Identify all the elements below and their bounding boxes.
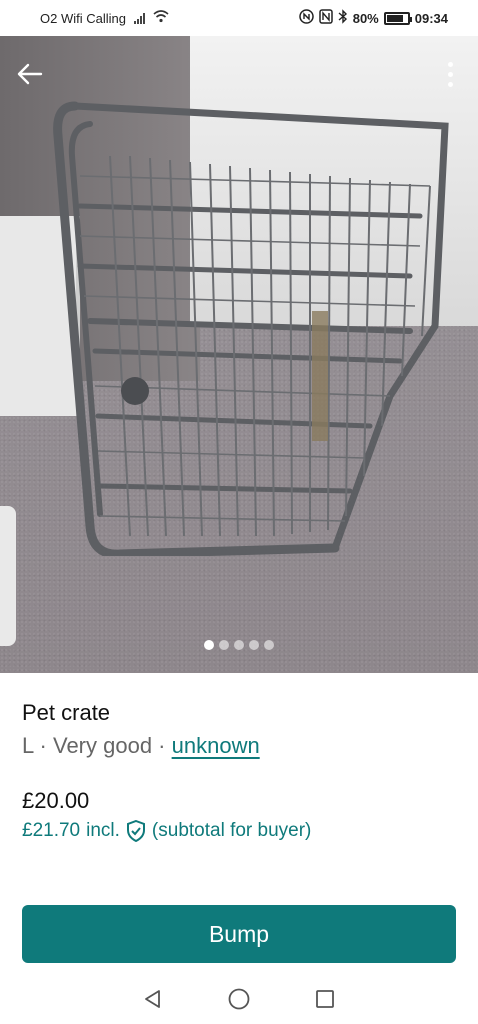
listing-photo-carousel[interactable] bbox=[0, 36, 478, 673]
buyer-price-row[interactable]: £21.70 incl. (subtotal for buyer) bbox=[22, 820, 311, 842]
listing-meta: L · Very good · unknown bbox=[22, 733, 260, 758]
carousel-dot[interactable] bbox=[204, 640, 214, 650]
listing-screen: O2 Wifi Calling 80% 09:34 Pet crate L · … bbox=[0, 0, 478, 1024]
buyer-price: £21.70 bbox=[22, 820, 81, 841]
signal-icon bbox=[133, 12, 145, 24]
bluetooth-icon bbox=[338, 9, 348, 27]
listing-title: Pet crate bbox=[22, 700, 111, 725]
shield-check-icon bbox=[126, 820, 145, 842]
listing-price: £20.00 bbox=[22, 788, 90, 813]
laundry-basket bbox=[0, 506, 16, 646]
wifi-icon bbox=[153, 10, 169, 26]
pet-crate-image bbox=[53, 101, 449, 556]
battery-percent: 80% bbox=[352, 10, 379, 26]
circle-home-icon bbox=[228, 988, 250, 1010]
more-options-button[interactable] bbox=[438, 56, 462, 92]
buyer-price-note: (subtotal for buyer) bbox=[151, 820, 312, 841]
back-button[interactable] bbox=[14, 58, 46, 90]
carousel-indicator bbox=[0, 640, 478, 650]
carousel-dot[interactable] bbox=[234, 640, 244, 650]
triangle-back-icon bbox=[145, 990, 160, 1008]
condition-label: Very good bbox=[52, 733, 153, 758]
clock: 09:34 bbox=[414, 10, 448, 26]
nav-back-button[interactable] bbox=[141, 987, 165, 1011]
size-label: L bbox=[22, 733, 34, 758]
carousel-dot[interactable] bbox=[249, 640, 259, 650]
status-bar: O2 Wifi Calling 80% 09:34 bbox=[0, 0, 478, 36]
nav-home-button[interactable] bbox=[227, 987, 251, 1011]
brand-link[interactable]: unknown bbox=[172, 733, 260, 758]
carousel-dot[interactable] bbox=[264, 640, 274, 650]
nfc-icon bbox=[298, 9, 314, 27]
nav-recents-button[interactable] bbox=[313, 987, 337, 1011]
arrow-left-icon bbox=[17, 63, 43, 85]
square-recents-icon bbox=[316, 990, 334, 1008]
carrier-label: O2 Wifi Calling bbox=[40, 10, 126, 26]
nfc-tag-icon bbox=[318, 9, 333, 27]
bump-button[interactable]: Bump bbox=[22, 905, 456, 963]
carousel-dot[interactable] bbox=[219, 640, 229, 650]
system-nav-bar bbox=[0, 974, 478, 1024]
buyer-price-incl: incl. bbox=[86, 820, 120, 841]
battery-icon bbox=[383, 11, 412, 25]
more-vertical-icon bbox=[447, 61, 453, 67]
